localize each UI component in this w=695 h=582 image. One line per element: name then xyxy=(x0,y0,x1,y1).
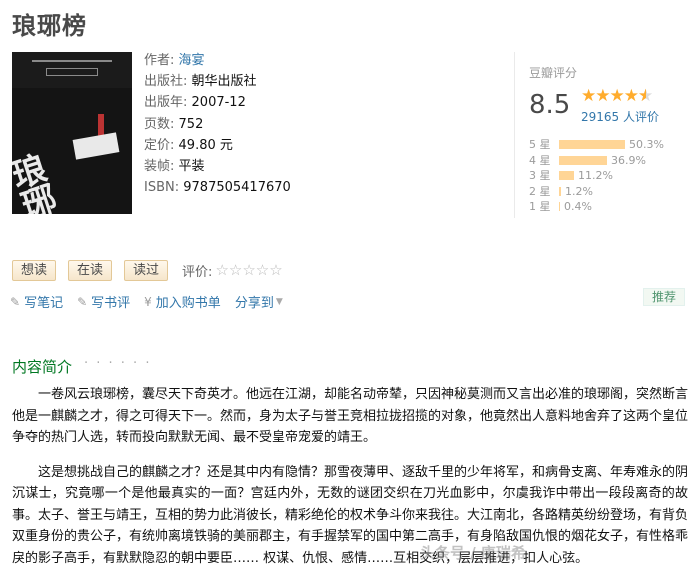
pencil-icon: ✎ xyxy=(77,294,88,309)
rating-dist-percent: 0.4% xyxy=(564,200,592,213)
yen-icon: ¥ xyxy=(144,294,152,309)
book-cover-image[interactable]: 琅琊榜 xyxy=(12,52,132,214)
meta-row: 装帧: 平装 xyxy=(144,156,291,177)
links-bar: ✎ 写笔记 ✎ 写书评 ¥ 加入购书单 分享到 ▼ xyxy=(10,292,297,312)
write-review-link[interactable]: ✎ 写书评 xyxy=(77,292,131,312)
meta-label: 定价: xyxy=(144,137,175,153)
meta-label: 装帧: xyxy=(144,158,175,174)
meta-value: 朝华出版社 xyxy=(191,74,257,90)
book-meta: 作者: 海宴 出版社: 朝华出版社 出版年: 2007-12 页数: 752 定价: 4… xyxy=(144,50,291,198)
rating-count-link[interactable]: 29165 人评价 xyxy=(581,108,659,125)
rating-dist-label: 5 星 xyxy=(529,138,551,151)
rating-dist-bar xyxy=(559,171,574,180)
author-link[interactable]: 海宴 xyxy=(179,53,205,68)
rate-stars-icon[interactable]: ☆☆☆☆☆ xyxy=(215,261,282,279)
meta-row: ISBN: 9787505417670 xyxy=(144,177,291,198)
rating-label: 豆瓣评分 xyxy=(529,66,578,80)
write-review-label: 写书评 xyxy=(91,296,131,311)
meta-row: 页数: 752 xyxy=(144,114,291,135)
meta-label: 出版年: xyxy=(144,95,188,111)
rating-panel: 豆瓣评分 8.5 ★★★★★ ★ 29165 人评价 5 星 50.3% 4 星 36.… xyxy=(514,52,689,218)
meta-value: 2007-12 xyxy=(191,95,246,111)
share-label: 分享到 xyxy=(234,296,274,311)
meta-row: 定价: 49.80 元 xyxy=(144,135,291,156)
meta-value: 平装 xyxy=(178,158,205,174)
rating-dist-label: 3 星 xyxy=(529,169,551,182)
add-to-cart-label: 加入购书单 xyxy=(155,296,221,311)
rating-dist-row: 4 星 36.9% xyxy=(529,153,664,169)
meta-label: 页数: xyxy=(144,116,175,132)
rating-dist-bar xyxy=(559,186,561,196)
cover-stamp xyxy=(72,132,120,160)
chevron-down-icon: ▼ xyxy=(275,296,283,307)
meta-label: 作者: xyxy=(144,53,175,68)
rating-dist-row: 2 星 1.2% xyxy=(529,184,664,200)
rating-stars-icon: ★★★★★ ★ xyxy=(581,86,653,106)
meta-value: 9787505417670 xyxy=(183,180,291,196)
cover-line xyxy=(32,60,112,62)
rating-dist-percent: 36.9% xyxy=(611,153,646,167)
meta-row: 作者: 海宴 xyxy=(144,50,291,71)
rating-dist-row: 5 星 50.3% xyxy=(529,137,664,153)
rating-dist-row: 1 星 0.4% xyxy=(529,199,664,215)
add-to-cart-link[interactable]: ¥ 加入购书单 xyxy=(144,292,221,312)
rating-dist-label: 1 星 xyxy=(529,200,551,213)
write-note-link[interactable]: ✎ 写笔记 xyxy=(10,292,64,312)
rating-dist-percent: 50.3% xyxy=(629,138,664,151)
rating-dist-percent: 1.2% xyxy=(565,184,593,198)
intro-paragraph: 一卷风云琅琊榜，囊尽天下奇英才。他远在江湖，却能名动帝辇，只因神秘莫测而又言出必… xyxy=(12,387,689,445)
watermark: 头条号 / 康瑞希 xyxy=(420,544,526,562)
meta-label: 出版社: xyxy=(144,74,188,90)
intro-dots: · · · · · · xyxy=(84,356,152,371)
rating-dist-label: 4 星 xyxy=(529,153,551,167)
write-note-label: 写笔记 xyxy=(24,296,64,311)
rating-dist-bar xyxy=(559,202,560,211)
want-to-read-button[interactable]: 想读 xyxy=(12,259,57,281)
rate-label: 评价: xyxy=(182,264,213,280)
recommend-button[interactable]: 推荐 xyxy=(643,288,685,306)
rating-dist-row: 3 星 11.2% xyxy=(529,168,664,184)
share-link[interactable]: 分享到 ▼ xyxy=(235,292,283,311)
cover-box xyxy=(46,68,98,76)
meta-value: 49.80 元 xyxy=(178,137,233,153)
meta-row: 出版社: 朝华出版社 xyxy=(144,71,291,92)
meta-row: 出版年: 2007-12 xyxy=(144,92,291,113)
rating-distribution: 5 星 50.3% 4 星 36.9% 3 星 11.2% 2 星 1.2% 1 星 0.4% xyxy=(529,137,664,215)
intro-paragraph: 这是想挑战自己的麒麟之才？还是其中内有隐情？那雪夜薄甲、逐敌千里的少年将军，和病… xyxy=(12,464,689,566)
rating-score: 8.5 xyxy=(529,90,571,120)
meta-value: 752 xyxy=(178,116,204,132)
have-read-button[interactable]: 读过 xyxy=(124,259,169,281)
intro-title: 内容简介 xyxy=(12,358,73,376)
meta-label: ISBN: xyxy=(144,180,180,196)
rating-dist-percent: 11.2% xyxy=(578,169,613,182)
action-bar: 想读 在读 读过 评价: ☆☆☆☆☆ xyxy=(12,259,283,281)
pencil-icon: ✎ xyxy=(10,294,21,309)
intro-body: 一卷风云琅琊榜，囊尽天下奇英才。他远在江湖，却能名动帝辇，只因神秘莫测而又言出必… xyxy=(12,384,688,582)
rating-dist-bar xyxy=(559,155,607,165)
reading-button[interactable]: 在读 xyxy=(68,259,113,281)
rating-dist-label: 2 星 xyxy=(529,184,551,198)
book-title: 琅琊榜 xyxy=(12,12,87,40)
rating-dist-bar xyxy=(559,140,625,149)
